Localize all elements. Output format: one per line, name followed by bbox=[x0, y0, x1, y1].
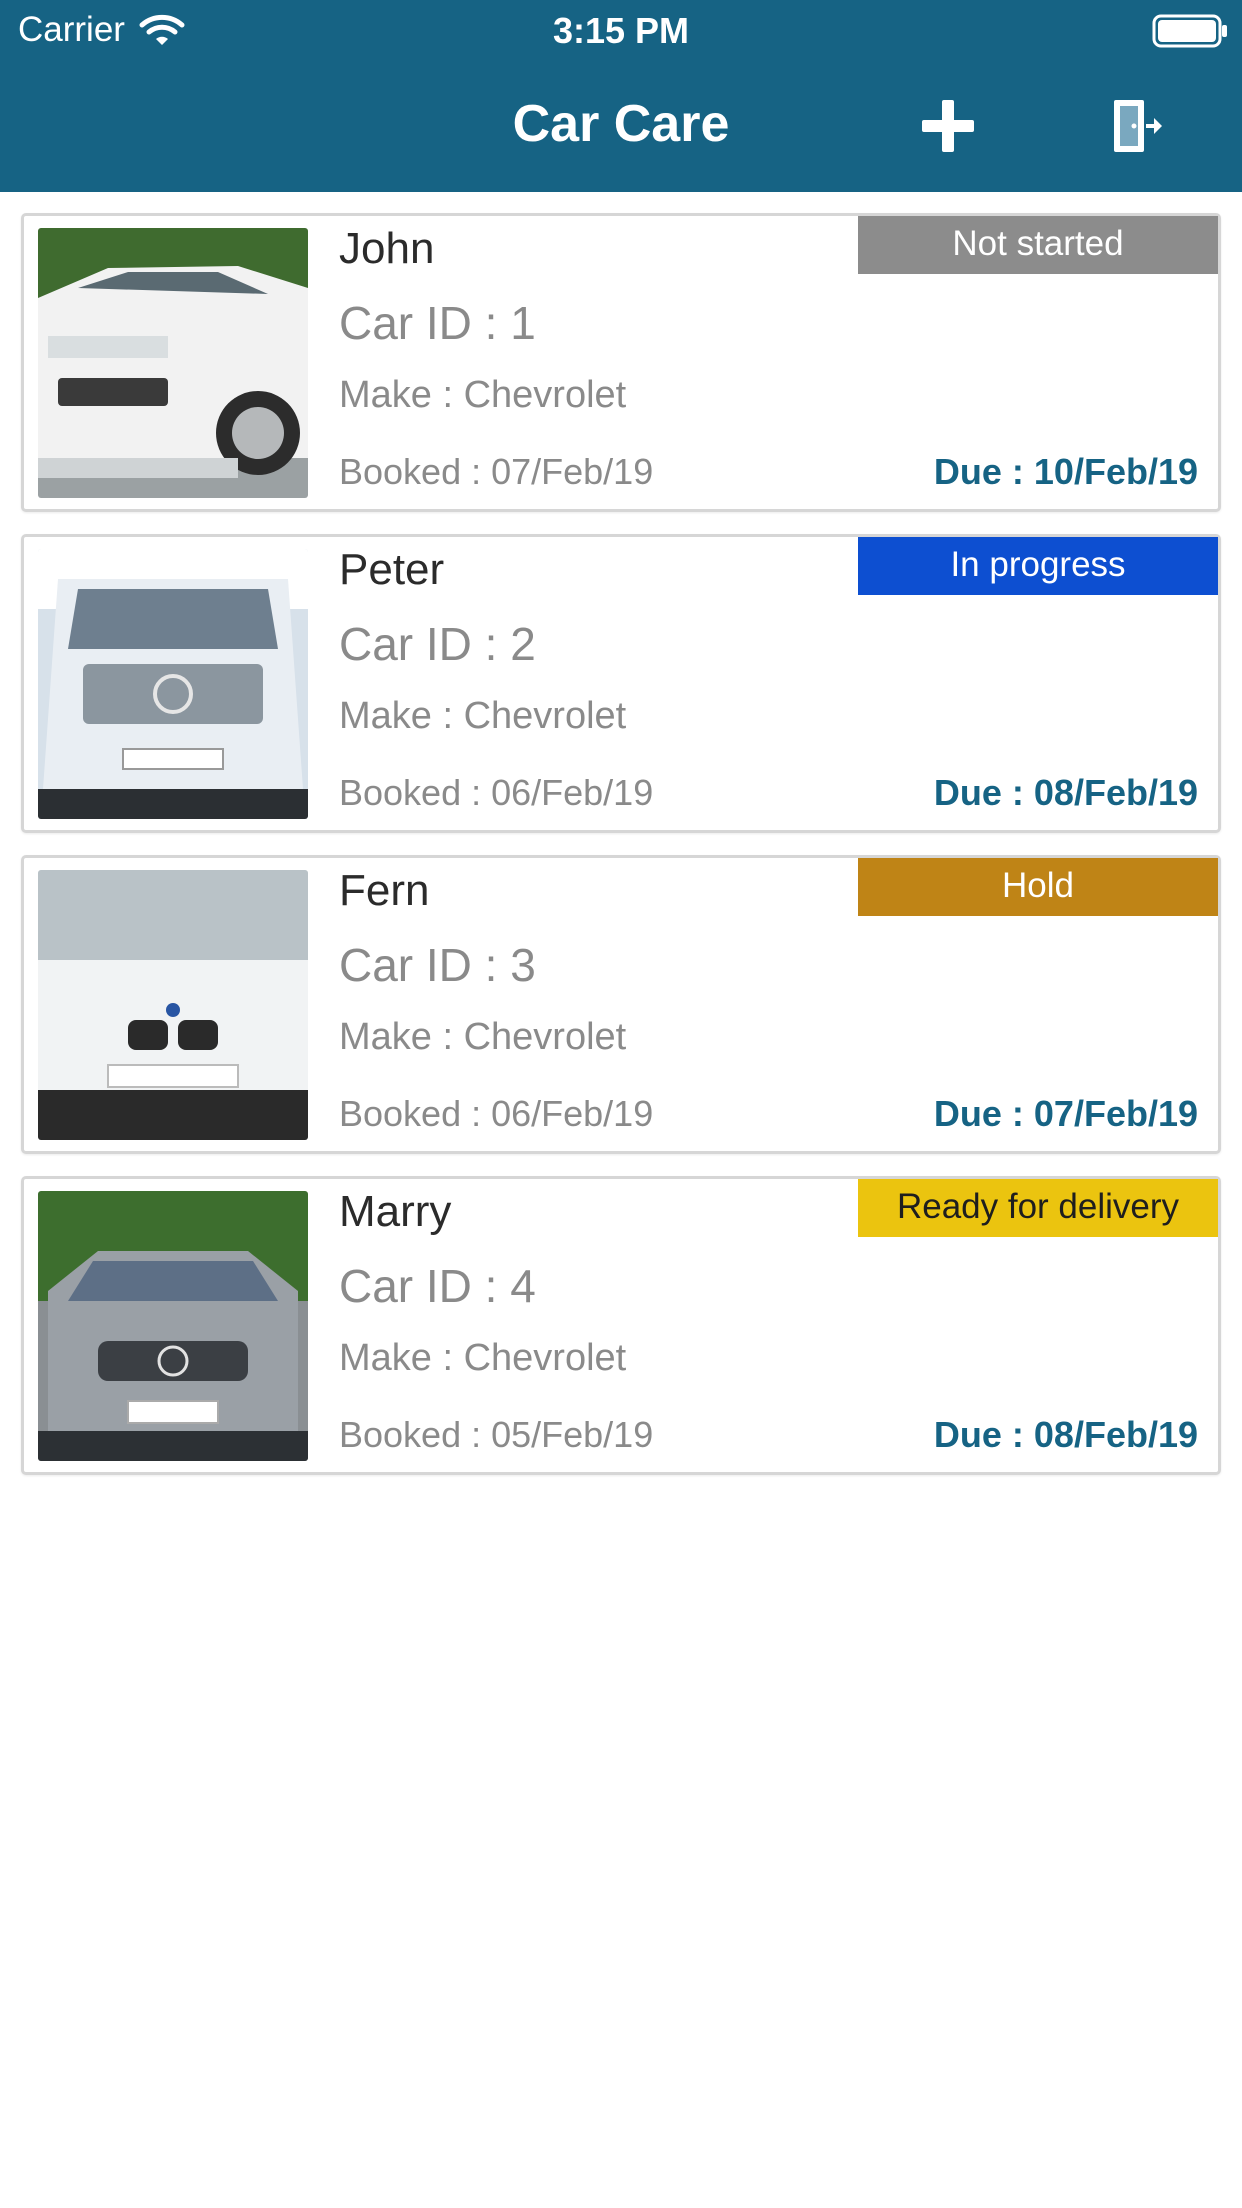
booked-date: Booked : 06/Feb/19 bbox=[339, 1093, 654, 1134]
due-date: Due : 08/Feb/19 bbox=[933, 772, 1198, 813]
status-badge: In progress bbox=[858, 537, 1218, 595]
add-button[interactable] bbox=[918, 96, 978, 156]
customer-name: Marry bbox=[339, 1187, 452, 1236]
status-badge: Hold bbox=[858, 858, 1218, 916]
car-id: Car ID : 1 bbox=[339, 297, 536, 349]
plus-icon bbox=[922, 100, 974, 152]
car-photo bbox=[38, 549, 308, 819]
status-badge: Not started bbox=[858, 216, 1218, 274]
status-bar: Carrier 3:15 PM bbox=[0, 0, 1242, 60]
customer-name: Peter bbox=[339, 545, 445, 594]
booked-date: Booked : 06/Feb/19 bbox=[339, 772, 654, 813]
car-photo bbox=[38, 228, 308, 498]
logout-button[interactable] bbox=[1106, 96, 1166, 156]
car-make: Make : Chevrolet bbox=[339, 374, 627, 416]
nav-bar: Carrier 3:15 PM Car Care bbox=[0, 0, 1242, 192]
customer-name: Fern bbox=[339, 866, 430, 915]
car-make: Make : Chevrolet bbox=[339, 1016, 627, 1058]
car-id: Car ID : 4 bbox=[339, 1260, 536, 1312]
car-id: Car ID : 2 bbox=[339, 618, 536, 670]
booking-card[interactable]: Peter Car ID : 2 Make : Chevrolet Booked… bbox=[21, 534, 1221, 833]
booking-list: John Car ID : 1 Make : Chevrolet Booked … bbox=[21, 213, 1221, 1497]
booking-card[interactable]: John Car ID : 1 Make : Chevrolet Booked … bbox=[21, 213, 1221, 512]
battery-icon bbox=[1152, 14, 1227, 48]
exit-door-icon bbox=[1114, 100, 1162, 152]
status-badge: Ready for delivery bbox=[858, 1179, 1218, 1237]
car-id: Car ID : 3 bbox=[339, 939, 536, 991]
booked-date: Booked : 07/Feb/19 bbox=[339, 451, 654, 492]
customer-name: John bbox=[339, 224, 435, 273]
page-title: Car Care bbox=[512, 95, 730, 153]
car-photo bbox=[38, 870, 308, 1140]
booking-card[interactable]: Fern Car ID : 3 Make : Chevrolet Booked … bbox=[21, 855, 1221, 1154]
booked-date: Booked : 05/Feb/19 bbox=[339, 1414, 654, 1455]
car-make: Make : Chevrolet bbox=[339, 695, 627, 737]
due-date: Due : 07/Feb/19 bbox=[933, 1093, 1198, 1134]
due-date: Due : 10/Feb/19 bbox=[933, 451, 1198, 492]
car-photo bbox=[38, 1191, 308, 1461]
booking-card[interactable]: Marry Car ID : 4 Make : Chevrolet Booked… bbox=[21, 1176, 1221, 1475]
due-date: Due : 08/Feb/19 bbox=[933, 1414, 1198, 1455]
car-make: Make : Chevrolet bbox=[339, 1337, 627, 1379]
clock: 3:15 PM bbox=[552, 10, 690, 51]
